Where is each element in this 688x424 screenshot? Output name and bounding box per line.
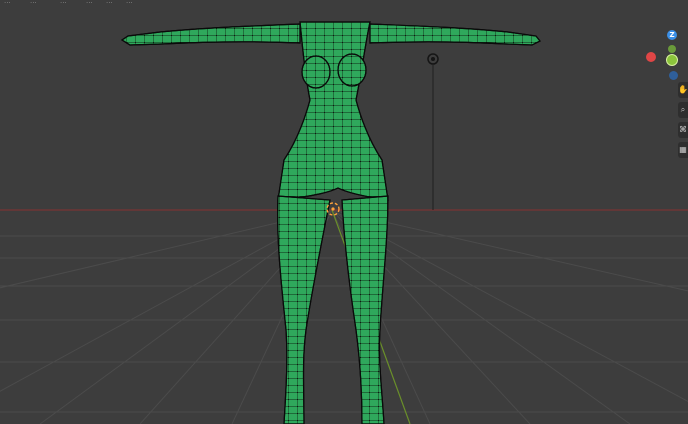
character-mesh[interactable] [120,21,541,424]
z-axis-gizmo-icon[interactable]: Z [667,30,677,40]
navigation-tools: ✋ ⌕ ⌘ ▦ [678,82,688,162]
header-menu-item[interactable]: ... [106,0,113,5]
camera-icon[interactable]: ⌘ [678,122,688,138]
neg-y-axis-gizmo-icon[interactable] [668,45,676,53]
viewport-header: ... ... ... ... ... ... [0,0,688,6]
y-axis-gizmo-icon[interactable] [666,54,678,66]
x-axis-gizmo-icon[interactable] [646,52,656,62]
hand-pan-icon[interactable]: ✋ [678,82,688,98]
neg-z-axis-gizmo-icon[interactable] [669,71,678,80]
header-menu-item[interactable]: ... [4,0,11,5]
3d-viewport[interactable]: ... ... ... ... ... ... Z ✋ ⌕ ⌘ ▦ [0,0,688,424]
header-menu-item[interactable]: ... [126,0,133,5]
header-menu-item[interactable]: ... [60,0,67,5]
perspective-grid-icon[interactable]: ▦ [678,142,688,158]
viewport-scene [0,21,688,424]
light-object[interactable] [427,53,439,210]
z-axis-label: Z [669,31,675,39]
header-menu-item[interactable]: ... [86,0,93,5]
zoom-magnifier-icon[interactable]: ⌕ [678,102,688,118]
navigation-gizmo[interactable]: Z [640,28,688,88]
header-menu-item[interactable]: ... [30,0,37,5]
